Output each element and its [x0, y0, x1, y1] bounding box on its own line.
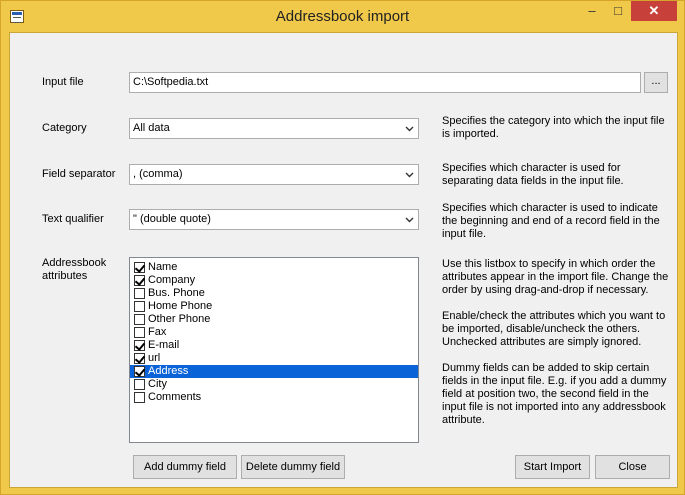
- category-description: Specifies the category into which the in…: [442, 115, 665, 140]
- attributes-label: Addressbook attributes: [42, 257, 107, 282]
- attribute-item[interactable]: City: [130, 378, 418, 391]
- attribute-label: Fax: [148, 326, 167, 338]
- attribute-checkbox[interactable]: [134, 301, 145, 312]
- delete-dummy-field-button[interactable]: Delete dummy field: [241, 455, 345, 479]
- attribute-label: Bus. Phone: [148, 287, 205, 299]
- start-import-button[interactable]: Start Import: [515, 455, 590, 479]
- title-bar: Addressbook import – □ ✕: [1, 1, 684, 32]
- attribute-label: Company: [148, 274, 196, 286]
- maximize-button[interactable]: □: [605, 1, 631, 21]
- text-qualifier-value: " (double quote): [133, 213, 211, 225]
- import-dialog: Addressbook import – □ ✕ Input file C:\S…: [0, 0, 685, 495]
- input-file-label: Input file: [42, 76, 84, 88]
- attribute-label: E-mail: [148, 339, 180, 351]
- close-button[interactable]: Close: [595, 455, 670, 479]
- attribute-item[interactable]: url: [130, 352, 418, 365]
- close-window-button[interactable]: ✕: [631, 1, 677, 21]
- attribute-item[interactable]: E-mail: [130, 339, 418, 352]
- attribute-label: Name: [148, 261, 178, 273]
- attribute-checkbox[interactable]: [134, 353, 145, 364]
- minimize-button[interactable]: –: [579, 1, 605, 21]
- attribute-item[interactable]: Bus. Phone: [130, 287, 418, 300]
- attribute-checkbox[interactable]: [134, 379, 145, 390]
- text-qualifier-select[interactable]: " (double quote): [129, 209, 419, 230]
- field-separator-select[interactable]: , (comma): [129, 164, 419, 185]
- attribute-checkbox[interactable]: [134, 275, 145, 286]
- chevron-down-icon: [405, 172, 414, 178]
- attribute-item[interactable]: Name: [130, 261, 418, 274]
- attribute-label: Other Phone: [148, 313, 211, 325]
- attributes-description-order: Use this listbox to specify in which ord…: [442, 258, 669, 296]
- field-separator-value: , (comma): [133, 168, 183, 180]
- attribute-item[interactable]: Company: [130, 274, 418, 287]
- attribute-label: Address: [148, 365, 189, 377]
- add-dummy-field-button[interactable]: Add dummy field: [133, 455, 237, 479]
- attribute-checkbox[interactable]: [134, 340, 145, 351]
- text-qualifier-description: Specifies which character is used to ind…: [442, 202, 660, 240]
- attribute-label: url: [148, 352, 161, 364]
- attribute-checkbox[interactable]: [134, 314, 145, 325]
- attribute-checkbox[interactable]: [134, 366, 145, 377]
- attribute-label: City: [148, 378, 167, 390]
- dialog-body: Input file C:\Softpedia.txt ... Category…: [9, 32, 678, 488]
- category-value: All data: [133, 122, 170, 134]
- field-separator-label: Field separator: [42, 168, 116, 180]
- attributes-description-check: Enable/check the attributes which you wa…: [442, 310, 666, 348]
- attributes-listbox[interactable]: Name Company Bus. Phone Home Phone Other Pho…: [129, 257, 419, 443]
- attribute-label: Comments: [148, 391, 202, 403]
- field-separator-description: Specifies which character is used for se…: [442, 162, 624, 187]
- category-label: Category: [42, 122, 87, 134]
- attribute-checkbox[interactable]: [134, 392, 145, 403]
- text-qualifier-label: Text qualifier: [42, 213, 104, 225]
- attribute-item[interactable]: Home Phone: [130, 300, 418, 313]
- category-select[interactable]: All data: [129, 118, 419, 139]
- attribute-checkbox[interactable]: [134, 288, 145, 299]
- input-file-field[interactable]: C:\Softpedia.txt: [129, 72, 641, 93]
- attribute-item[interactable]: Other Phone: [130, 313, 418, 326]
- attributes-description-dummy: Dummy fields can be added to skip certai…: [442, 362, 667, 426]
- chevron-down-icon: [405, 217, 414, 223]
- attribute-label: Home Phone: [148, 300, 213, 312]
- attribute-item[interactable]: Address: [130, 365, 418, 378]
- attribute-checkbox[interactable]: [134, 262, 145, 273]
- browse-button[interactable]: ...: [644, 72, 668, 93]
- attribute-item[interactable]: Comments: [130, 391, 418, 404]
- chevron-down-icon: [405, 126, 414, 132]
- attribute-checkbox[interactable]: [134, 327, 145, 338]
- attribute-item[interactable]: Fax: [130, 326, 418, 339]
